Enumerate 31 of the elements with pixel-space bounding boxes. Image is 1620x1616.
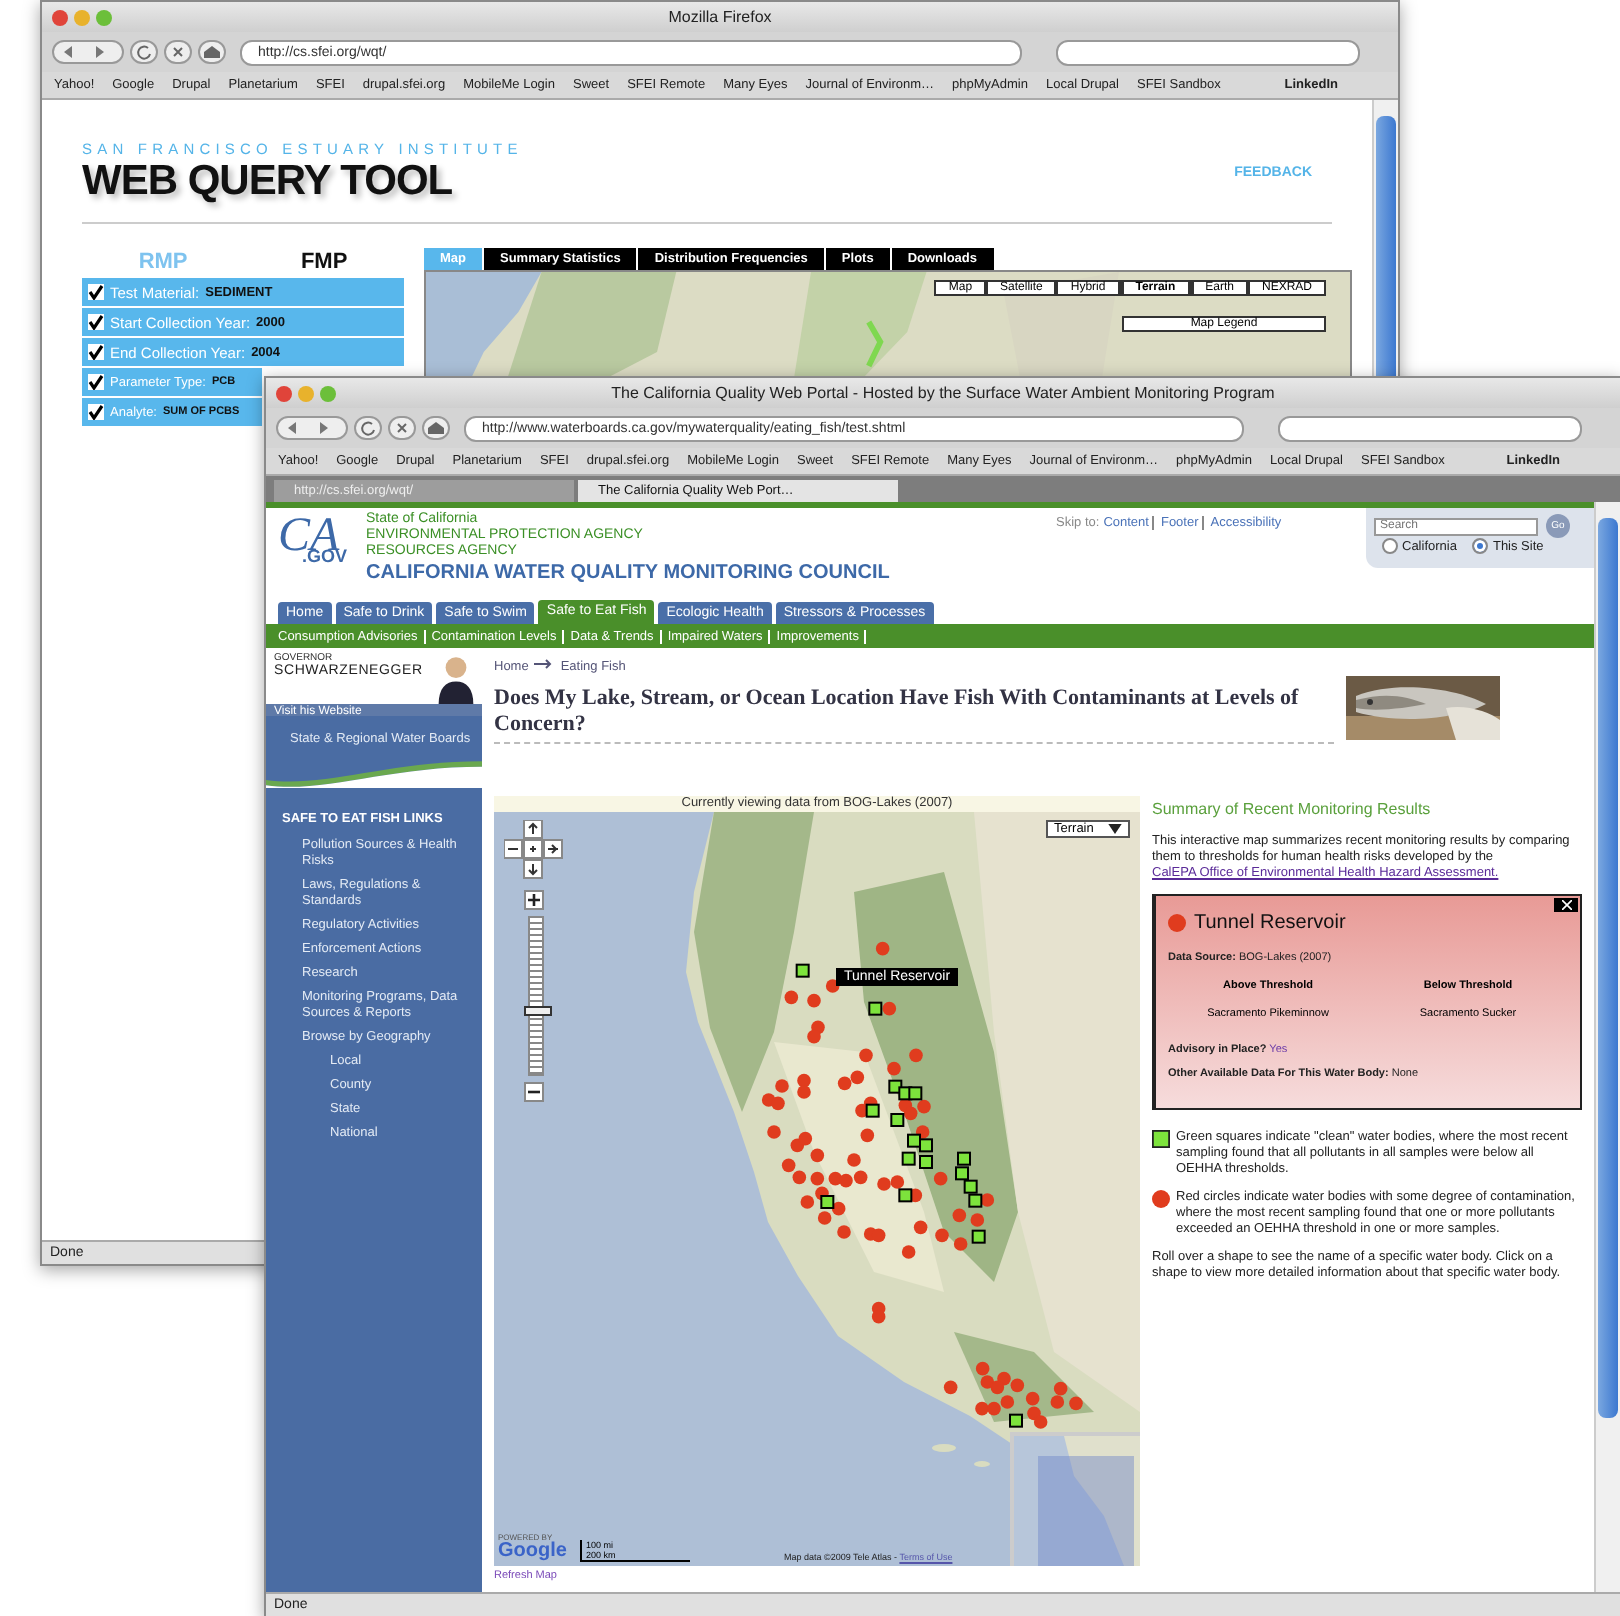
arrow-icon [534,658,555,674]
window-title: Mozilla Firefox [668,8,772,26]
close-icon[interactable] [1554,898,1578,912]
checkbox[interactable] [88,314,104,330]
site-logo[interactable]: CA .GOV [278,512,358,592]
circle-marker-icon [1152,1190,1170,1208]
home-icon[interactable] [198,40,226,64]
page-heading: Does My Lake, Stream, or Ocean Location Have Fish With Contaminants at Levels of Concern? [494,686,1334,744]
checkbox[interactable] [88,344,104,360]
back-forward-icon[interactable] [276,416,348,440]
checkbox[interactable] [88,374,104,390]
site-marker [1168,914,1186,932]
checkbox[interactable] [88,404,104,420]
checkbox[interactable] [88,284,104,300]
scrollbar[interactable] [1594,502,1620,1592]
search-field[interactable] [1056,39,1360,65]
tool-title: WEB QUERY TOOL [82,158,455,206]
reload-icon[interactable] [354,416,382,440]
back-forward-icon[interactable] [52,40,124,64]
home-icon[interactable] [422,416,450,440]
section-title: Summary of Recent Monitoring Results [1152,800,1433,818]
stop-icon[interactable] [388,416,416,440]
program-tab[interactable]: FMP [300,250,348,274]
reload-icon[interactable] [130,40,158,64]
council-title: CALIFORNIA WATER QUALITY MONITORING COUNCIL [366,562,890,584]
window-title: The California Quality Web Portal - Hosted by the Surface Water Ambient Monitoring Program [611,384,1275,402]
person-figure-icon [434,652,478,704]
search-field[interactable] [1278,415,1582,441]
popup-title: Tunnel Reservoir [1194,912,1346,934]
stop-icon[interactable] [164,40,192,64]
square-marker-icon [1152,1130,1170,1148]
